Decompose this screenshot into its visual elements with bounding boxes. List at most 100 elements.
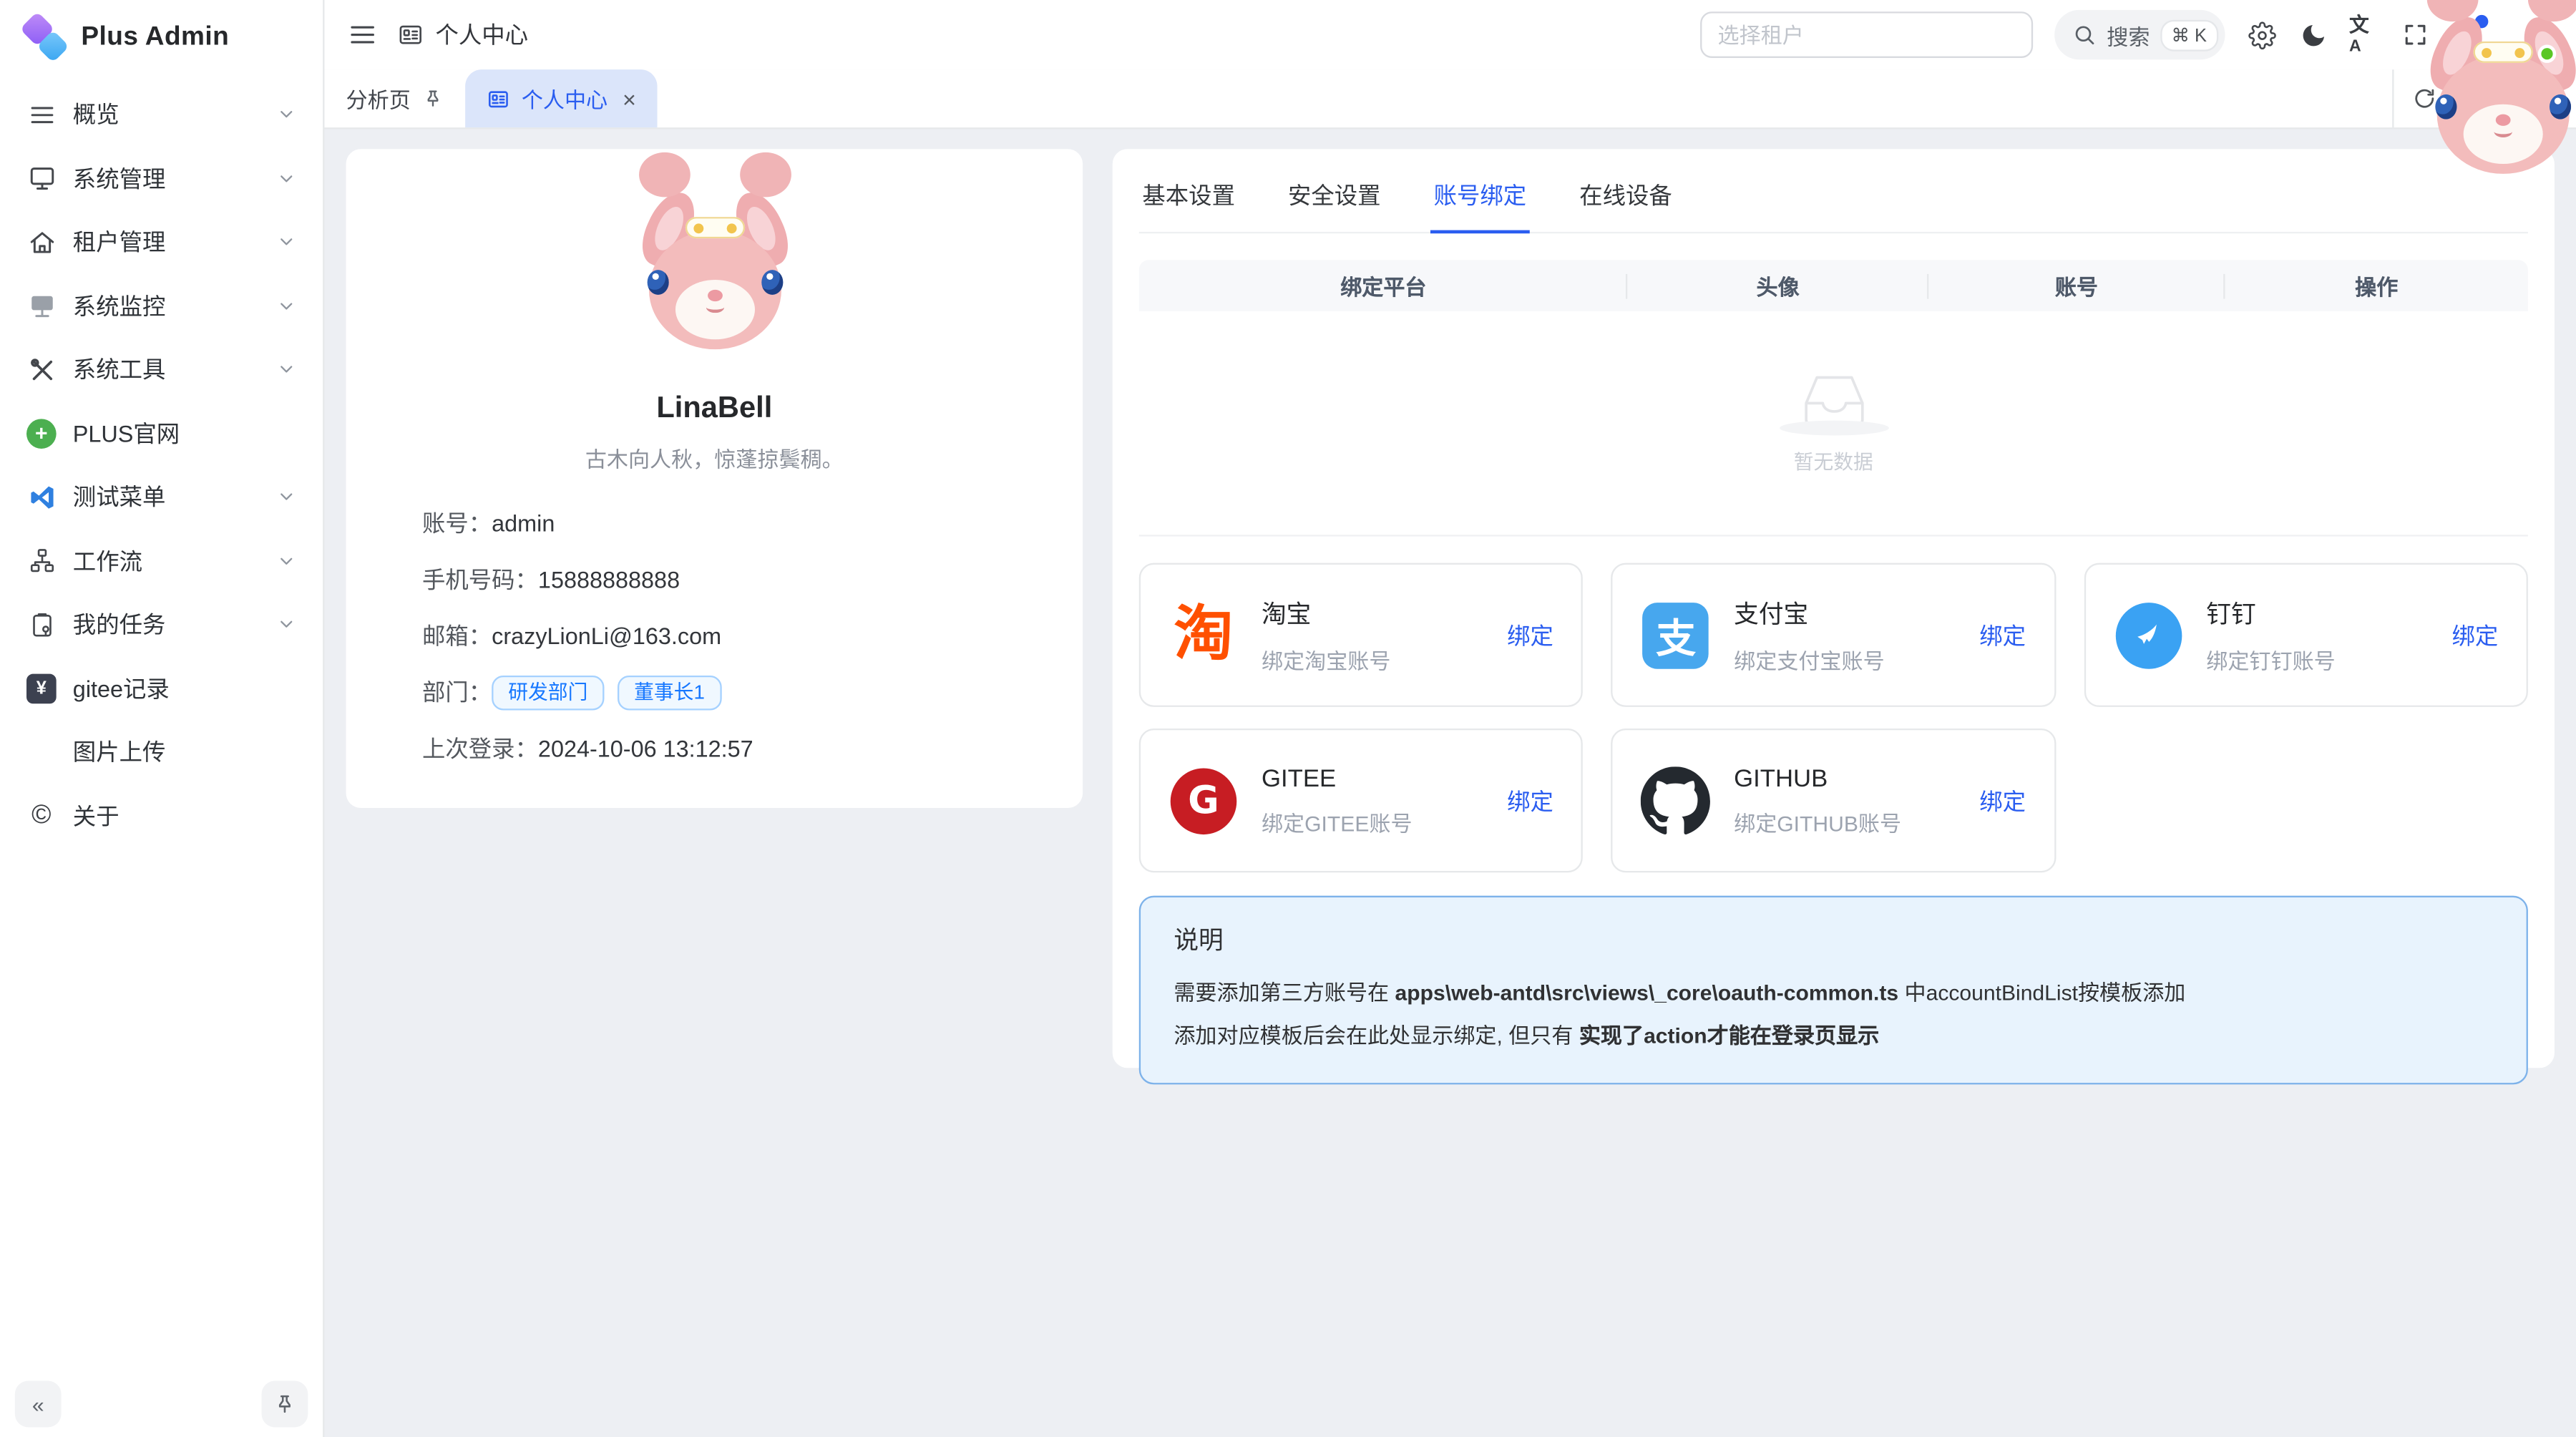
profile-fields: 账号：admin 手机号码：15888888888 邮箱：crazyLionLi… bbox=[346, 507, 1083, 766]
note-title: 说明 bbox=[1174, 922, 2493, 958]
search-label: 搜索 bbox=[2107, 19, 2150, 51]
bind-dingtalk-link[interactable]: 绑定 bbox=[2451, 618, 2498, 651]
global-search-button[interactable]: 搜索 ⌘ K bbox=[2054, 10, 2225, 59]
plus-admin-logo-icon bbox=[23, 16, 66, 59]
tab-personal-center[interactable]: 个人中心 × bbox=[465, 69, 658, 127]
app-root: Plus Admin 概览 系统管理 租户管理 系统监控 bbox=[0, 0, 2576, 1437]
note-box: 说明 需要添加第三方账号在 apps\web-antd\src\views\_c… bbox=[1139, 896, 2528, 1085]
vscode-icon bbox=[26, 482, 57, 512]
column-account: 账号 bbox=[1928, 270, 2225, 301]
user-avatar[interactable] bbox=[2503, 10, 2552, 59]
gitee-icon: G bbox=[1169, 766, 1238, 835]
bind-gitee-link[interactable]: 绑定 bbox=[1507, 784, 1553, 817]
tab-analysis[interactable]: 分析页 bbox=[324, 69, 465, 127]
sidebar-item-test-menu[interactable]: 测试菜单 bbox=[14, 465, 310, 529]
profile-motto: 古木向人秋，惊蓬掠鬓稠。 bbox=[346, 442, 1083, 474]
top-header: 个人中心 搜索 ⌘ K 文A bbox=[324, 0, 2576, 69]
note-line-2: 添加对应模板后会在此处显示绑定, 但只有 实现了action才能在登录页显示 bbox=[1174, 1020, 2493, 1054]
column-platform: 绑定平台 bbox=[1139, 270, 1628, 301]
empty-state: 暂无数据 bbox=[1139, 311, 2528, 537]
sidebar: Plus Admin 概览 系统管理 租户管理 系统监控 bbox=[0, 0, 324, 1437]
breadcrumb-label: 个人中心 bbox=[435, 18, 528, 51]
profile-avatar bbox=[625, 185, 804, 364]
note-line-1: 需要添加第三方账号在 apps\web-antd\src\views\_core… bbox=[1174, 977, 2493, 1010]
department-tag: 研发部门 bbox=[492, 676, 604, 711]
sidebar-item-plus-website[interactable]: + PLUS官网 bbox=[14, 401, 310, 465]
main-area: 个人中心 搜索 ⌘ K 文A bbox=[324, 0, 2576, 1437]
tenant-select-input[interactable] bbox=[1699, 11, 2032, 58]
dingtalk-icon bbox=[2114, 600, 2183, 670]
tab-account-binding[interactable]: 账号绑定 bbox=[1430, 172, 1530, 234]
header-actions: 搜索 ⌘ K 文A bbox=[1699, 10, 2552, 59]
fullscreen-button[interactable] bbox=[2401, 20, 2431, 50]
sidebar-item-system-tools[interactable]: 系统工具 bbox=[14, 338, 310, 401]
hamburger-menu-button[interactable] bbox=[348, 20, 378, 50]
settings-tabs: 基本设置 安全设置 账号绑定 在线设备 bbox=[1139, 172, 2528, 234]
profile-field-phone: 手机号码：15888888888 bbox=[422, 563, 1083, 598]
chevron-down-icon bbox=[276, 168, 296, 188]
bind-alipay-link[interactable]: 绑定 bbox=[1979, 618, 2026, 651]
tab-online-devices[interactable]: 在线设备 bbox=[1576, 172, 1676, 234]
alipay-icon: 支 bbox=[1641, 600, 1711, 670]
sidebar-item-about[interactable]: © 关于 bbox=[14, 784, 310, 847]
search-icon bbox=[2072, 23, 2095, 46]
display-icon bbox=[26, 291, 57, 321]
menu-lines-icon bbox=[26, 99, 57, 130]
home-icon bbox=[26, 228, 57, 258]
sitemap-icon bbox=[26, 546, 57, 576]
logo[interactable]: Plus Admin bbox=[0, 0, 323, 76]
profile-card: LinaBell 古木向人秋，惊蓬掠鬓稠。 账号：admin 手机号码：1588… bbox=[346, 149, 1083, 808]
settings-gear-button[interactable] bbox=[2247, 20, 2277, 50]
sidebar-item-system-management[interactable]: 系统管理 bbox=[14, 147, 310, 210]
binding-card-alipay: 支 支付宝绑定支付宝账号 绑定 bbox=[1611, 563, 2056, 707]
profile-field-last-login: 上次登录：2024-10-06 13:12:57 bbox=[422, 732, 1083, 767]
online-status-dot bbox=[2538, 44, 2556, 62]
sidebar-item-system-monitor[interactable]: 系统监控 bbox=[14, 274, 310, 338]
yen-badge-icon: ¥ bbox=[26, 673, 57, 703]
sidebar-item-my-tasks[interactable]: 我的任务 bbox=[14, 593, 310, 656]
app-title: Plus Admin bbox=[81, 23, 229, 53]
collapse-sidebar-button[interactable]: « bbox=[15, 1381, 62, 1428]
department-tag: 董事长1 bbox=[618, 676, 721, 711]
chevron-down-icon bbox=[276, 104, 296, 125]
binding-card-taobao: 淘 淘宝绑定淘宝账号 绑定 bbox=[1139, 563, 1584, 707]
copyright-icon: © bbox=[26, 801, 57, 831]
bind-github-link[interactable]: 绑定 bbox=[1979, 784, 2026, 817]
chevron-down-icon bbox=[276, 615, 296, 635]
sidebar-item-gitee-record[interactable]: ¥ gitee记录 bbox=[14, 656, 310, 720]
bind-taobao-link[interactable]: 绑定 bbox=[1507, 618, 1553, 651]
dark-mode-moon-button[interactable] bbox=[2298, 20, 2328, 50]
plus-circle-icon: + bbox=[26, 419, 57, 449]
chevron-down-icon bbox=[276, 551, 296, 571]
tools-icon bbox=[26, 355, 57, 385]
column-avatar: 头像 bbox=[1628, 270, 1928, 301]
column-actions: 操作 bbox=[2225, 270, 2528, 301]
profile-field-department: 部门： 研发部门 董事长1 bbox=[422, 676, 1083, 711]
profile-field-email: 邮箱：crazyLionLi@163.com bbox=[422, 619, 1083, 654]
chevron-down-icon bbox=[276, 487, 296, 507]
binding-cards: 淘 淘宝绑定淘宝账号 绑定 支 支付宝绑定支付宝账号 绑定 钉钉绑定钉钉账号 绑… bbox=[1139, 563, 2528, 873]
taobao-icon: 淘 bbox=[1169, 600, 1238, 670]
empty-text: 暂无数据 bbox=[1794, 447, 1873, 474]
id-card-icon bbox=[487, 87, 509, 109]
monitor-icon bbox=[26, 163, 57, 193]
breadcrumb[interactable]: 个人中心 bbox=[397, 18, 528, 51]
language-translate-button[interactable]: 文A bbox=[2349, 20, 2379, 50]
search-shortcut-badge: ⌘ K bbox=[2162, 21, 2217, 49]
sidebar-item-image-upload[interactable]: 图片上传 bbox=[14, 720, 310, 784]
sidebar-item-overview[interactable]: 概览 bbox=[14, 83, 310, 147]
id-card-icon bbox=[397, 21, 424, 48]
tab-security-settings[interactable]: 安全设置 bbox=[1284, 172, 1384, 234]
binding-card-dingtalk: 钉钉绑定钉钉账号 绑定 bbox=[2084, 563, 2528, 707]
chevron-down-icon bbox=[276, 296, 296, 316]
tab-basic-settings[interactable]: 基本设置 bbox=[1139, 172, 1239, 234]
sidebar-item-tenant-management[interactable]: 租户管理 bbox=[14, 210, 310, 274]
chevron-down-icon bbox=[276, 360, 296, 380]
close-tab-icon[interactable]: × bbox=[623, 87, 636, 109]
binding-card-gitee: G GITEE绑定GITEE账号 绑定 bbox=[1139, 729, 1584, 872]
pin-icon[interactable] bbox=[422, 88, 444, 109]
binding-table-header: 绑定平台 头像 账号 操作 bbox=[1139, 260, 2528, 311]
sidebar-item-workflow[interactable]: 工作流 bbox=[14, 529, 310, 593]
pin-sidebar-button[interactable] bbox=[262, 1381, 308, 1428]
empty-inbox-icon bbox=[1795, 371, 1871, 428]
